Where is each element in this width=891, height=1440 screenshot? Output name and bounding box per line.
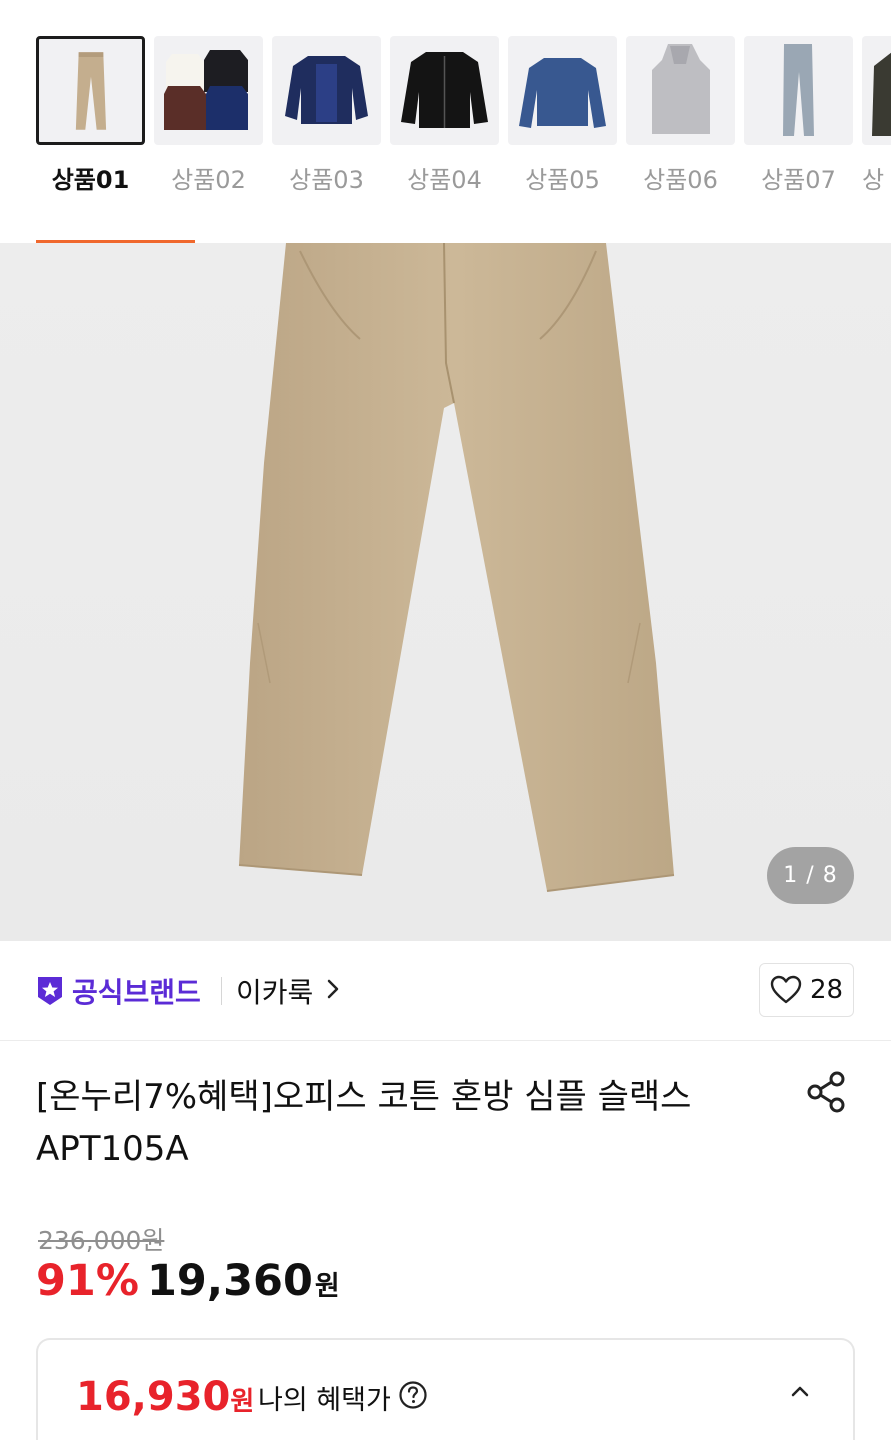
benefit-price-value: 16,930	[76, 1374, 231, 1420]
chevron-right-icon[interactable]	[326, 977, 340, 1001]
thumbnail-label[interactable]: 상품04	[390, 160, 499, 195]
thumbnail-product-03[interactable]	[272, 36, 381, 145]
divider	[221, 977, 222, 1005]
help-icon[interactable]	[398, 1380, 428, 1410]
currency-unit: 원	[314, 1271, 340, 1302]
thumbnail-product-06[interactable]	[626, 36, 735, 145]
thumbnail-label[interactable]: 상품05	[508, 160, 617, 195]
discount-rate: 91%	[36, 1256, 139, 1306]
brand-row: 공식브랜드 이카룩	[0, 941, 891, 1041]
like-button[interactable]: 28	[759, 963, 854, 1017]
thumbnail-product-04[interactable]	[390, 36, 499, 145]
like-count: 28	[809, 975, 844, 1005]
benefit-price: 16,930원	[76, 1374, 254, 1420]
heart-icon	[770, 975, 802, 1004]
thumbnail-label[interactable]: 상품02	[154, 160, 263, 195]
thumbnail-label[interactable]: 상	[862, 160, 891, 195]
brand-name-link[interactable]: 이카룩	[236, 971, 313, 1011]
product-title: [온누리7%혜택]오피스 코튼 혼방 심플 슬랙스 APT105A	[36, 1077, 692, 1169]
thumbnail-product-01[interactable]	[36, 36, 145, 145]
brand-badge-icon	[38, 977, 62, 1005]
chevron-up-icon[interactable]	[790, 1384, 810, 1398]
main-product-image[interactable]: 1 / 8	[0, 243, 891, 941]
official-brand-label: 공식브랜드	[72, 976, 201, 1009]
thumbnail-product-08[interactable]	[862, 36, 891, 145]
thumbnail-product-02[interactable]	[154, 36, 263, 145]
image-page-counter: 1 / 8	[767, 847, 854, 904]
thumbnail-label[interactable]: 상품06	[626, 160, 735, 195]
thumbnail-product-07[interactable]	[744, 36, 853, 145]
thumbnail-product-05[interactable]	[508, 36, 617, 145]
thumbnail-label[interactable]: 상품03	[272, 160, 381, 195]
product-photo	[238, 243, 675, 892]
share-icon[interactable]	[804, 1070, 848, 1114]
thumbnail-label[interactable]: 상품07	[744, 160, 853, 195]
benefit-label: 나의 혜택가	[258, 1385, 391, 1416]
benefit-currency: 원	[230, 1387, 255, 1417]
thumbnail-label[interactable]: 상품01	[36, 160, 145, 195]
original-price: 236,000원	[38, 1226, 165, 1255]
price-row: 91% 19,360 원	[36, 1256, 340, 1316]
sale-price: 19,360	[146, 1256, 313, 1306]
my-benefit-price-panel[interactable]: 16,930원 나의 혜택가	[36, 1338, 855, 1440]
product-thumbnail-strip: 상품01 상품02 상품03 상품04 상품05 상품06 상품07 상	[0, 0, 891, 244]
